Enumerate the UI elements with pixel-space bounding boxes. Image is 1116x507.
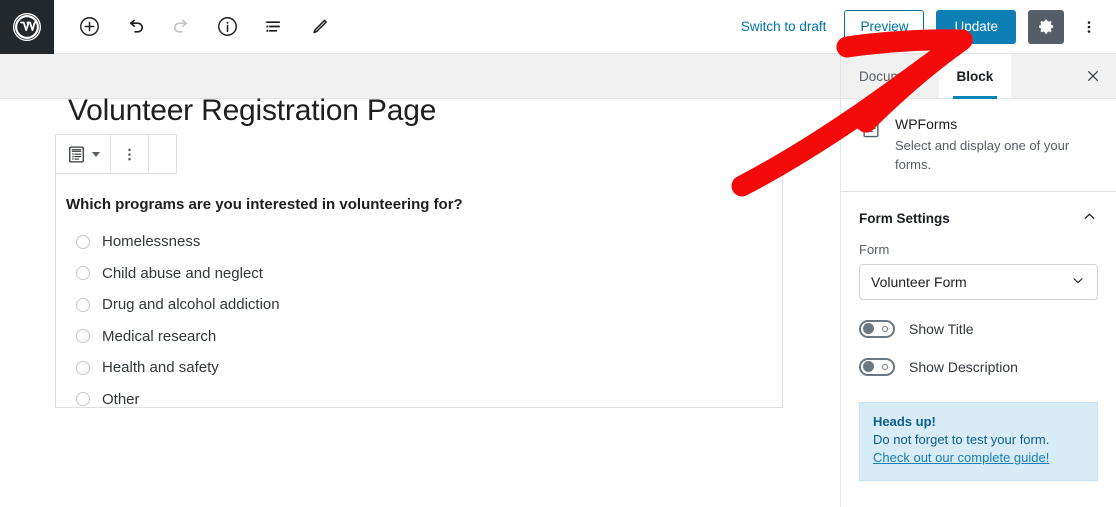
form-settings-title: Form Settings bbox=[859, 211, 950, 227]
list-item[interactable]: Child abuse and neglect bbox=[66, 258, 782, 290]
heads-up-notice: Heads up! Do not forget to test your for… bbox=[859, 401, 1098, 481]
radio-label: Health and safety bbox=[102, 359, 219, 377]
block-info-text: WPForms Select and display one of your f… bbox=[895, 116, 1098, 175]
notice-text: Do not forget to test your form. bbox=[873, 431, 1050, 447]
settings-sidebar: Document Block WPForms Select and displa… bbox=[840, 54, 1116, 507]
form-settings-section-header[interactable]: Form Settings bbox=[841, 190, 1116, 242]
sidebar-tabs: Document Block bbox=[841, 54, 1116, 99]
radio-icon[interactable] bbox=[76, 392, 90, 407]
add-block-button[interactable] bbox=[72, 10, 106, 44]
editor-window: Switch to draft Preview Update Volunteer… bbox=[0, 0, 1116, 507]
wpforms-block-icon bbox=[859, 117, 883, 141]
block-title: WPForms bbox=[895, 116, 958, 132]
switch-to-draft-button[interactable]: Switch to draft bbox=[735, 15, 833, 38]
toolbar-left-group bbox=[54, 10, 336, 44]
radio-label: Child abuse and neglect bbox=[102, 264, 263, 282]
form-question-label: Which programs are you interested in vol… bbox=[66, 196, 463, 213]
editor-subbar bbox=[0, 54, 840, 99]
toggle-knob bbox=[863, 361, 874, 373]
notice-title: Heads up! bbox=[873, 413, 936, 429]
chevron-down-icon bbox=[1070, 272, 1086, 291]
list-item[interactable]: Medical research bbox=[66, 321, 782, 353]
show-description-row: Show Description bbox=[859, 357, 1098, 376]
undo-button[interactable] bbox=[118, 10, 152, 44]
close-sidebar-icon[interactable] bbox=[1070, 54, 1116, 98]
show-title-toggle[interactable] bbox=[859, 319, 895, 338]
post-title[interactable]: Volunteer Registration Page bbox=[68, 94, 436, 128]
list-item[interactable]: Health and safety bbox=[66, 352, 782, 384]
radio-label: Drug and alcohol addiction bbox=[102, 296, 280, 314]
radio-label: Homelessness bbox=[102, 233, 201, 251]
form-select-label: Form bbox=[859, 241, 890, 257]
chevron-down-icon bbox=[92, 151, 100, 157]
form-select[interactable]: Volunteer Form bbox=[859, 263, 1098, 300]
show-description-label: Show Description bbox=[909, 358, 1018, 375]
radio-icon[interactable] bbox=[76, 297, 90, 312]
radio-icon[interactable] bbox=[76, 266, 90, 281]
preview-button[interactable]: Preview bbox=[844, 9, 925, 44]
form-options-list: Homelessness Child abuse and neglect Dru… bbox=[66, 226, 782, 415]
complete-guide-link[interactable]: Check out our complete guide! bbox=[873, 450, 1049, 465]
tab-block[interactable]: Block bbox=[938, 54, 1012, 99]
list-view-icon[interactable] bbox=[256, 10, 290, 44]
block-more-options-button[interactable] bbox=[110, 135, 148, 173]
toggle-knob bbox=[863, 323, 874, 335]
list-item[interactable]: Homelessness bbox=[66, 226, 782, 258]
toolbar-right-group: Switch to draft Preview Update bbox=[735, 9, 1116, 44]
toggle-dot bbox=[882, 363, 888, 370]
show-title-label: Show Title bbox=[909, 320, 974, 337]
settings-gear-button[interactable] bbox=[1028, 9, 1064, 44]
radio-icon[interactable] bbox=[76, 360, 90, 375]
block-info-panel: WPForms Select and display one of your f… bbox=[841, 99, 1116, 191]
block-type-icon[interactable] bbox=[56, 135, 110, 173]
form-select-value: Volunteer Form bbox=[871, 273, 967, 290]
toggle-dot bbox=[882, 325, 888, 332]
chevron-up-icon[interactable] bbox=[1081, 208, 1098, 230]
list-item[interactable]: Other bbox=[66, 384, 782, 416]
radio-icon[interactable] bbox=[76, 329, 90, 344]
wordpress-logo-icon[interactable] bbox=[0, 0, 54, 54]
radio-label: Other bbox=[102, 390, 140, 408]
tab-document[interactable]: Document bbox=[841, 54, 939, 98]
block-toolbar-spacer bbox=[148, 135, 176, 173]
info-icon[interactable] bbox=[210, 10, 244, 44]
radio-label: Medical research bbox=[102, 327, 217, 345]
radio-icon[interactable] bbox=[76, 234, 90, 249]
wpforms-block-preview[interactable]: Which programs are you interested in vol… bbox=[55, 174, 783, 408]
block-toolbar bbox=[55, 134, 177, 174]
block-description: Select and display one of your forms. bbox=[895, 138, 1070, 172]
redo-button[interactable] bbox=[164, 10, 198, 44]
update-button[interactable]: Update bbox=[936, 9, 1016, 44]
show-description-toggle[interactable] bbox=[859, 357, 895, 376]
list-item[interactable]: Drug and alcohol addiction bbox=[66, 289, 782, 321]
edit-pencil-icon[interactable] bbox=[302, 10, 336, 44]
editor-toolbar: Switch to draft Preview Update bbox=[0, 0, 1116, 54]
show-title-row: Show Title bbox=[859, 319, 1098, 338]
form-settings-body: Form Volunteer Form Show Title Show Desc… bbox=[841, 242, 1116, 376]
more-options-button[interactable] bbox=[1076, 10, 1102, 44]
